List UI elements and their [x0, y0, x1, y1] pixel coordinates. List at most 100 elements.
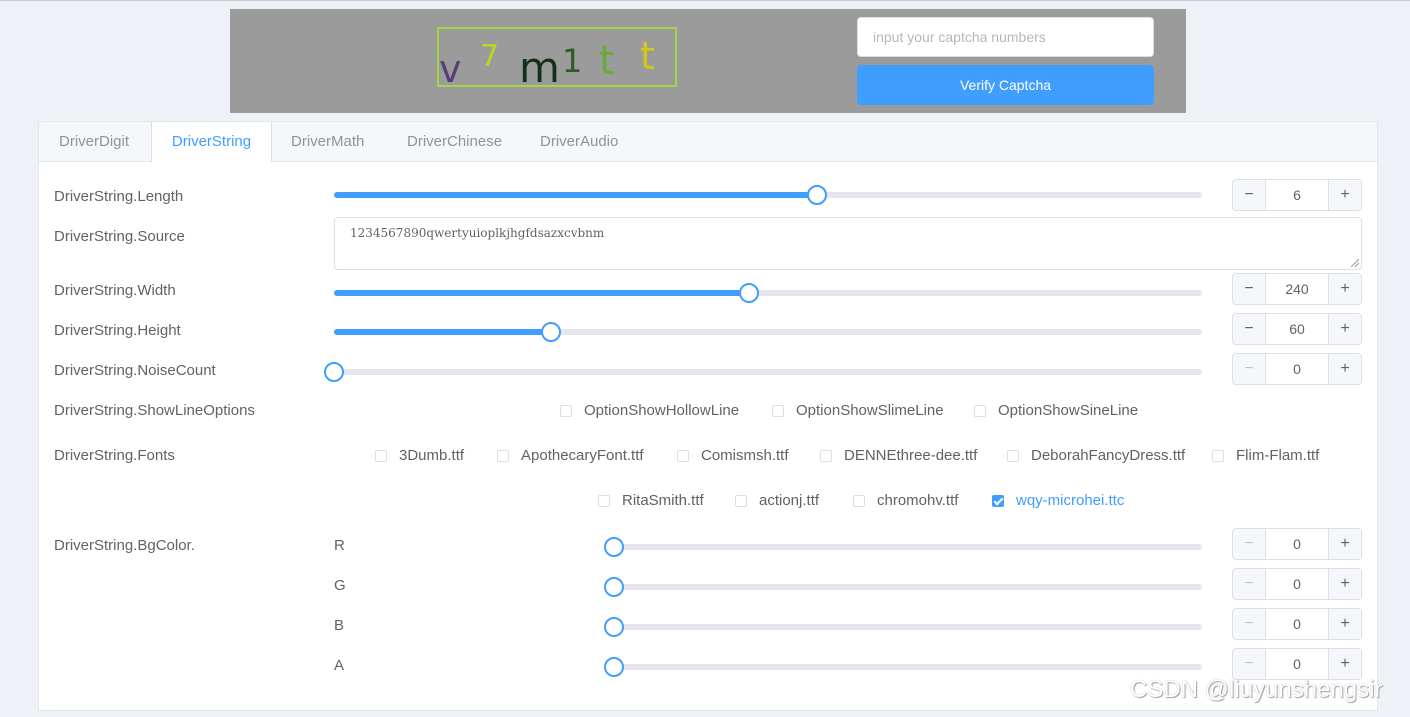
- slider-handle[interactable]: [324, 362, 344, 382]
- width-stepper[interactable]: − 240 +: [1232, 273, 1362, 305]
- slider-handle[interactable]: [738, 283, 759, 303]
- bg-color-r-slider[interactable]: [604, 537, 1202, 557]
- config-card: DriverDigit DriverString DriverMath Driv…: [38, 121, 1378, 711]
- bg-color-b-label: B: [334, 617, 345, 634]
- minus-icon[interactable]: −: [1233, 649, 1266, 679]
- tab-driver-chinese[interactable]: DriverChinese: [407, 122, 502, 161]
- plus-icon[interactable]: +: [1328, 314, 1361, 344]
- noise-count-label: DriverString.NoiseCount: [54, 362, 216, 379]
- height-stepper[interactable]: − 60 +: [1232, 313, 1362, 345]
- checkbox-icon[interactable]: [772, 405, 784, 417]
- slider-rail: [614, 584, 1202, 590]
- checkbox-icon[interactable]: [677, 450, 689, 462]
- minus-icon[interactable]: −: [1233, 180, 1266, 210]
- watermark: CSDN @liuyunshengsir: [1130, 676, 1383, 703]
- bg-color-b-value[interactable]: 0: [1266, 609, 1328, 639]
- checkbox-option-show-slime-line[interactable]: OptionShowSlimeLine: [772, 402, 944, 419]
- source-text: 1234567890qwertyuioplkjhgfdsazxcvbnm: [350, 226, 605, 240]
- bg-color-g-slider[interactable]: [604, 577, 1202, 597]
- tab-driver-math[interactable]: DriverMath: [291, 122, 364, 161]
- length-label: DriverString.Length: [54, 188, 184, 205]
- checkbox-font-actionj[interactable]: actionj.ttf: [735, 492, 819, 509]
- minus-icon[interactable]: −: [1233, 529, 1266, 559]
- length-slider[interactable]: [334, 185, 1202, 205]
- captcha-input[interactable]: [857, 17, 1154, 57]
- height-label: DriverString.Height: [54, 322, 181, 339]
- width-value[interactable]: 240: [1266, 274, 1328, 304]
- bg-color-a-slider[interactable]: [604, 657, 1202, 677]
- checkbox-font-chromohv[interactable]: chromohv.ttf: [853, 492, 958, 509]
- bg-color-b-slider[interactable]: [604, 617, 1202, 637]
- source-textarea[interactable]: 1234567890qwertyuioplkjhgfdsazxcvbnm: [334, 217, 1362, 270]
- bg-color-b-stepper[interactable]: − 0 +: [1232, 608, 1362, 640]
- checkbox-font-apothecary[interactable]: ApothecaryFont.ttf: [497, 447, 644, 464]
- slider-fill: [334, 192, 817, 198]
- plus-icon[interactable]: +: [1328, 180, 1361, 210]
- checkbox-font-comismsh[interactable]: Comismsh.ttf: [677, 447, 789, 464]
- checkbox-icon[interactable]: [560, 405, 572, 417]
- plus-icon[interactable]: +: [1328, 569, 1361, 599]
- bg-color-a-label: A: [334, 657, 345, 674]
- length-value[interactable]: 6: [1266, 180, 1328, 210]
- checkbox-label: OptionShowSineLine: [998, 402, 1139, 419]
- checkbox-icon[interactable]: [1007, 450, 1019, 462]
- plus-icon[interactable]: +: [1328, 529, 1361, 559]
- noise-count-value[interactable]: 0: [1266, 354, 1328, 384]
- plus-icon[interactable]: +: [1328, 649, 1361, 679]
- plus-icon[interactable]: +: [1328, 274, 1361, 304]
- checkbox-icon[interactable]: [974, 405, 986, 417]
- checkbox-font-deborah-fancy-dress[interactable]: DeborahFancyDress.ttf: [1007, 447, 1185, 464]
- minus-icon[interactable]: −: [1233, 569, 1266, 599]
- checkbox-icon[interactable]: [497, 450, 509, 462]
- height-slider[interactable]: [334, 322, 1202, 342]
- bg-color-g-stepper[interactable]: − 0 +: [1232, 568, 1362, 600]
- checkbox-font-flim-flam[interactable]: Flim-Flam.ttf: [1212, 447, 1319, 464]
- noise-count-slider[interactable]: [324, 362, 1202, 382]
- checkbox-font-dennethree-dee[interactable]: DENNEthree-dee.ttf: [820, 447, 977, 464]
- checkbox-icon[interactable]: [1212, 450, 1224, 462]
- length-stepper[interactable]: − 6 +: [1232, 179, 1362, 211]
- checkbox-label: DENNEthree-dee.ttf: [844, 447, 978, 464]
- slider-handle[interactable]: [806, 185, 827, 205]
- checkbox-icon[interactable]: [853, 495, 865, 507]
- bg-color-g-value[interactable]: 0: [1266, 569, 1328, 599]
- checkbox-checked-icon[interactable]: [992, 495, 1004, 507]
- checkbox-icon[interactable]: [598, 495, 610, 507]
- checkbox-font-rita-smith[interactable]: RitaSmith.ttf: [598, 492, 704, 509]
- plus-icon[interactable]: +: [1328, 609, 1361, 639]
- minus-icon[interactable]: −: [1233, 609, 1266, 639]
- verify-captcha-button[interactable]: Verify Captcha: [857, 65, 1154, 105]
- bg-color-r-value[interactable]: 0: [1266, 529, 1328, 559]
- source-label: DriverString.Source: [54, 228, 185, 245]
- checkbox-label: actionj.ttf: [759, 492, 820, 509]
- slider-handle[interactable]: [604, 617, 624, 637]
- checkbox-option-show-hollow-line[interactable]: OptionShowHollowLine: [560, 402, 739, 419]
- resize-grip-icon[interactable]: [1351, 259, 1359, 267]
- checkbox-icon[interactable]: [735, 495, 747, 507]
- minus-icon[interactable]: −: [1233, 314, 1266, 344]
- width-slider[interactable]: [334, 283, 1202, 303]
- tab-driver-digit[interactable]: DriverDigit: [59, 122, 129, 161]
- slider-handle[interactable]: [604, 537, 624, 557]
- minus-icon[interactable]: −: [1233, 354, 1266, 384]
- bg-color-a-value[interactable]: 0: [1266, 649, 1328, 679]
- minus-icon[interactable]: −: [1233, 274, 1266, 304]
- slider-fill: [334, 290, 749, 296]
- noise-count-stepper[interactable]: − 0 +: [1232, 353, 1362, 385]
- checkbox-label: RitaSmith.ttf: [622, 492, 704, 509]
- checkbox-font-3dumb[interactable]: 3Dumb.ttf: [375, 447, 464, 464]
- tab-driver-string[interactable]: DriverString: [151, 122, 272, 162]
- captcha-image[interactable]: v 7 m 1 t t: [437, 27, 677, 89]
- plus-icon[interactable]: +: [1328, 354, 1361, 384]
- checkbox-option-show-sine-line[interactable]: OptionShowSineLine: [974, 402, 1138, 419]
- slider-fill: [334, 329, 551, 335]
- checkbox-icon[interactable]: [375, 450, 387, 462]
- slider-handle[interactable]: [604, 577, 624, 597]
- slider-handle[interactable]: [604, 657, 624, 677]
- checkbox-font-wqy-microhei[interactable]: wqy-microhei.ttc: [992, 492, 1124, 509]
- height-value[interactable]: 60: [1266, 314, 1328, 344]
- tab-driver-audio[interactable]: DriverAudio: [540, 122, 618, 161]
- slider-handle[interactable]: [541, 322, 561, 342]
- bg-color-r-stepper[interactable]: − 0 +: [1232, 528, 1362, 560]
- checkbox-icon[interactable]: [820, 450, 832, 462]
